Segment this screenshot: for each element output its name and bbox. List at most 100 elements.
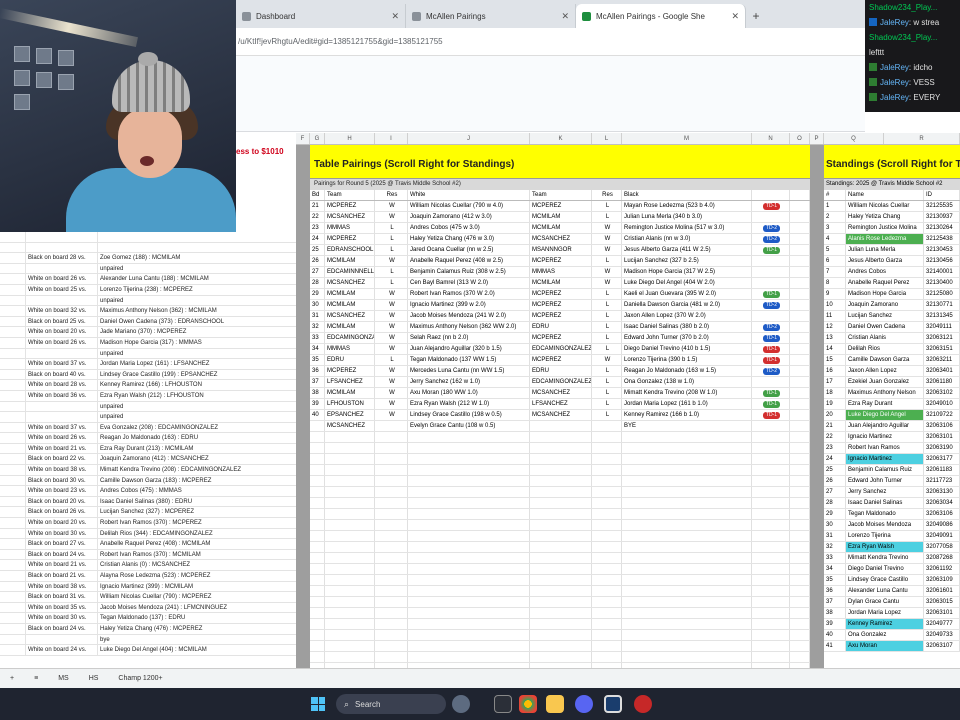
pairings-title-cell[interactable]: Table Pairings (Scroll Right for Standin… [310,145,810,179]
standings-title-cell[interactable]: Standings (Scroll Right for Team [824,145,960,179]
standings-name[interactable]: Alexander Luna Cantu [846,586,924,596]
header-team-white[interactable]: Team [325,190,375,200]
board-number[interactable]: 24 [310,234,325,244]
tag-cell[interactable]: TD-2 [752,322,790,332]
white-team[interactable]: MCSANCHEZ [325,421,375,431]
standings-name[interactable]: Isaac Daniel Salinas [846,498,924,508]
empty-cell[interactable] [622,443,752,453]
standings-rank[interactable]: 25 [824,465,846,475]
empty-cell[interactable] [752,487,790,497]
column-header[interactable]: R [884,133,960,144]
opponent-cell[interactable] [98,243,296,253]
board-color-cell[interactable] [26,295,98,306]
empty-cell[interactable] [408,575,530,585]
standings-header-id[interactable]: ID [924,190,960,200]
board-color-cell[interactable]: White on board 21 vs. [26,560,98,570]
empty-cell[interactable] [530,553,592,563]
opponent-cell[interactable]: Reagan Jo Maldonado (163) : EDRU [98,433,296,443]
column-header[interactable]: L [592,133,622,144]
standings-name[interactable]: Anabelle Raquel Perez [846,278,924,288]
standings-rank[interactable]: 34 [824,564,846,574]
left-cell[interactable] [0,518,26,528]
left-cell[interactable] [0,316,26,327]
standings-rank[interactable]: 13 [824,333,846,343]
white-player[interactable]: Cen Bayl Bamrel (313 W 2.0) [408,278,530,288]
left-cell[interactable] [0,412,26,422]
standings-id[interactable]: 32063107 [924,641,960,651]
board-color-cell[interactable]: White on board 26 vs. [26,337,98,348]
empty-cell[interactable] [375,465,408,475]
white-team[interactable]: MCMILAM [325,289,375,299]
left-cell[interactable] [0,369,26,380]
standings-rank[interactable]: 15 [824,355,846,365]
black-result[interactable]: W [592,278,622,288]
black-team[interactable]: MMMAS [530,267,592,277]
empty-cell[interactable] [310,608,325,618]
tag-cell[interactable]: TD-1 [752,201,790,211]
black-player[interactable]: Jordan Maria Lopez (161 b 1.0) [622,399,752,409]
sheet-tab[interactable]: HS [79,675,109,682]
empty-cell[interactable] [530,586,592,596]
empty-cell[interactable] [752,597,790,607]
standings-rank[interactable]: 41 [824,641,846,651]
black-player[interactable]: Ona Gonzalez (138 w 1.0) [622,377,752,387]
empty-cell[interactable] [325,487,375,497]
standings-rank[interactable]: 39 [824,619,846,629]
empty-cell[interactable] [325,498,375,508]
freeze-divider-right[interactable] [810,145,824,668]
standings-id[interactable]: 32130264 [924,223,960,233]
standings-id[interactable]: 32125535 [924,201,960,211]
opponent-cell[interactable]: Haley Yetiza Chang (476) : MCPEREZ [98,624,296,634]
chat-username[interactable]: JaleRey [880,18,909,27]
white-player[interactable]: Jerry Sanchez (162 w 1.0) [408,377,530,387]
empty-cell[interactable] [325,619,375,629]
board-color-cell[interactable]: White on board 28 vs. [26,380,98,390]
white-team[interactable]: MCMILAM [325,388,375,398]
standings-name[interactable]: Jesus Alberto Garza [846,256,924,266]
empty-cell[interactable] [408,509,530,519]
empty-cell[interactable] [622,487,752,497]
standings-name[interactable]: Camille Dawson Garza [846,355,924,365]
empty-cell[interactable] [310,509,325,519]
board-color-cell[interactable]: White on board 30 vs. [26,528,98,539]
board-color-cell[interactable]: White on board 30 vs. [26,613,98,623]
standings-name[interactable]: Cristian Alanis [846,333,924,343]
left-cell[interactable] [0,571,26,581]
standings-rank[interactable]: 33 [824,553,846,563]
tag-cell[interactable]: TD-1 [752,289,790,299]
pairings-subtitle[interactable]: Pairings for Round 5 (2025 @ Travis Midd… [310,179,810,190]
left-cell[interactable] [0,496,26,507]
black-team[interactable]: MCPEREZ [530,201,592,211]
white-result[interactable]: W [375,212,408,222]
empty-cell[interactable] [790,597,810,607]
empty-cell[interactable] [752,465,790,475]
standings-rank[interactable]: 5 [824,245,846,255]
board-color-cell[interactable]: White on board 26 vs. [26,274,98,284]
empty-cell[interactable] [622,597,752,607]
left-cell[interactable] [0,380,26,390]
white-team[interactable]: MCPEREZ [325,366,375,376]
empty-cell[interactable] [408,630,530,640]
opponent-cell[interactable]: Alayna Rose Ledezma (523) : MCPEREZ [98,571,296,581]
close-icon[interactable]: ✕ [731,11,739,22]
board-number[interactable]: 36 [310,366,325,376]
empty-cell[interactable] [530,520,592,530]
board-color-cell[interactable]: White on board 37 vs. [26,359,98,369]
standings-name[interactable]: Lucijan Sanchez [846,311,924,321]
board-number[interactable]: 29 [310,289,325,299]
column-header[interactable]: O [790,133,810,144]
empty-cell[interactable] [752,520,790,530]
left-cell[interactable] [0,560,26,570]
white-player[interactable]: Axu Moran (180 WW 1.0) [408,388,530,398]
black-result[interactable]: W [592,245,622,255]
standings-name[interactable]: Lindsey Grace Castillo [846,575,924,585]
empty-cell[interactable] [408,652,530,662]
empty-cell[interactable] [325,509,375,519]
board-color-cell[interactable]: Black on board 26 vs. [26,507,98,518]
extra-cell[interactable] [790,212,810,222]
standings-id[interactable]: 32063109 [924,575,960,585]
empty-cell[interactable] [790,509,810,519]
black-result[interactable]: L [592,388,622,398]
empty-cell[interactable] [752,476,790,486]
black-team[interactable]: MCPEREZ [530,311,592,321]
